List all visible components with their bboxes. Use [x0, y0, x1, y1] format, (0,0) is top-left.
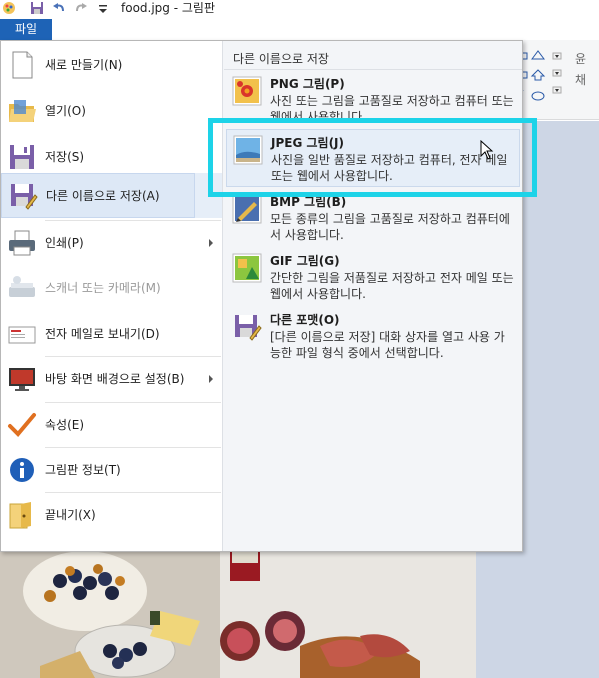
submenu-arrow-icon [209, 239, 213, 247]
customize-toolbar-icon[interactable] [96, 1, 110, 15]
save-as-gif[interactable]: GIF 그림(G) 간단한 그림을 저품질로 저장하고 전자 메일 또는 웹에서… [226, 248, 520, 306]
submenu-item-title: PNG 그림(P) [270, 77, 345, 91]
menu-item-label: 인쇄(P) [45, 236, 84, 250]
paint-app-icon [3, 2, 15, 14]
menu-item-new[interactable]: 새로 만들기(N) [1, 43, 222, 88]
save-as-icon [11, 184, 38, 210]
food-photo-image [0, 551, 476, 678]
submenu-item-description: 사진 또는 그림을 고품질로 저장하고 컴퓨터 또는 웹에서 사용합니다. [270, 94, 514, 124]
submenu-item-title: JPEG 그림(J) [271, 136, 344, 150]
floppy-disk-icon [10, 145, 34, 169]
menu-item-label: 다른 이름으로 저장(A) [46, 189, 160, 203]
menu-item-scanner: 스캐너 또는 카메라(M) [1, 266, 222, 311]
menu-item-about[interactable]: 그림판 정보(T) [1, 448, 222, 493]
submenu-item-description: 사진을 일반 품질로 저장하고 컴퓨터, 전자 메일 또는 웹에서 사용합니다. [271, 153, 508, 183]
menu-item-label: 스캐너 또는 카메라(M) [45, 281, 161, 295]
info-icon [10, 458, 34, 482]
redo-icon[interactable] [74, 1, 88, 15]
submenu-item-title: GIF 그림(G) [270, 254, 340, 268]
save-as-bmp[interactable]: BMP 그림(B) 모든 종류의 그림을 고품질로 저장하고 컴퓨터에서 사용합… [226, 189, 520, 247]
menu-item-print[interactable]: 인쇄(P) [1, 221, 222, 266]
menu-item-wallpaper[interactable]: 바탕 화면 배경으로 설정(B) [1, 357, 222, 402]
ribbon-background: 윤 채 형 [513, 40, 599, 137]
menu-item-label: 전자 메일로 보내기(D) [45, 327, 160, 341]
outline-label[interactable]: 윤 [575, 50, 586, 67]
canvas-background [519, 121, 599, 678]
menu-item-email[interactable]: 전자 메일로 보내기(D) [1, 312, 222, 357]
exit-folder-icon [9, 502, 31, 529]
monitor-icon [9, 368, 35, 391]
food-photo[interactable] [0, 551, 476, 678]
printer-icon [9, 230, 35, 256]
png-image-icon [232, 76, 262, 106]
gif-image-icon [232, 253, 262, 283]
title-bar: food.jpg - 그림판 [0, 0, 599, 18]
window-title: food.jpg - 그림판 [121, 1, 215, 15]
mouse-cursor-icon [480, 140, 494, 160]
save-quick-icon[interactable] [30, 1, 44, 15]
save-as-jpeg[interactable]: JPEG 그림(J) 사진을 일반 품질로 저장하고 컴퓨터, 전자 메일 또는… [226, 129, 520, 187]
menu-item-label: 끝내기(X) [45, 508, 96, 522]
save-as-submenu: 다른 이름으로 저장 PNG 그림(P) 사진 또는 그림을 고품질로 저장하고… [222, 41, 522, 551]
undo-icon[interactable] [52, 1, 66, 15]
menu-item-label: 그림판 정보(T) [45, 463, 121, 477]
bmp-image-icon [232, 194, 262, 224]
jpeg-image-icon [233, 135, 263, 165]
folder-icon [9, 100, 36, 122]
file-menu-commands: 새로 만들기(N) 열기(O) 저장(S) 다른 이름으로 저장(A) 인쇄(P… [1, 41, 222, 551]
save-as-other-format[interactable]: 다른 포맷(O) [다른 이름으로 저장] 대화 상자를 열고 사용 가능한 파… [226, 307, 520, 365]
menu-item-label: 새로 만들기(N) [45, 58, 123, 72]
menu-item-properties[interactable]: 속성(E) [1, 403, 222, 448]
canvas-background-bottom [476, 551, 519, 678]
save-as-png[interactable]: PNG 그림(P) 사진 또는 그림을 고품질로 저장하고 컴퓨터 또는 웹에서… [226, 71, 520, 129]
submenu-header-divider [224, 69, 522, 70]
new-document-icon [12, 51, 33, 79]
submenu-split[interactable] [194, 173, 222, 218]
menu-item-exit[interactable]: 끝내기(X) [1, 493, 222, 538]
envelope-icon [8, 326, 36, 344]
submenu-item-description: 간단한 그림을 저품질로 저장하고 전자 메일 또는 웹에서 사용합니다. [270, 271, 514, 301]
menu-item-label: 열기(O) [45, 104, 86, 118]
tab-file[interactable]: 파일 [0, 19, 52, 40]
fill-label[interactable]: 채 [575, 71, 586, 88]
submenu-header: 다른 이름으로 저장 [233, 52, 329, 66]
other-format-icon [235, 315, 262, 341]
submenu-item-title: 다른 포맷(O) [270, 313, 340, 327]
submenu-item-description: [다른 이름으로 저장] 대화 상자를 열고 사용 가능한 파일 형식 중에서 … [270, 330, 505, 360]
menu-item-label: 바탕 화면 배경으로 설정(B) [45, 372, 185, 386]
menu-item-save-as[interactable]: 다른 이름으로 저장(A) [1, 173, 222, 218]
submenu-item-title: BMP 그림(B) [270, 195, 347, 209]
submenu-item-description: 모든 종류의 그림을 고품질로 저장하고 컴퓨터에서 사용합니다. [270, 212, 510, 242]
submenu-arrow-icon [209, 375, 213, 383]
file-menu: 새로 만들기(N) 열기(O) 저장(S) 다른 이름으로 저장(A) 인쇄(P… [0, 40, 523, 552]
scanner-icon [9, 276, 35, 297]
shapes-gallery-icon[interactable] [519, 50, 569, 110]
menu-item-open[interactable]: 열기(O) [1, 89, 222, 134]
menu-item-label: 속성(E) [45, 418, 85, 432]
checkmark-icon [8, 413, 36, 437]
